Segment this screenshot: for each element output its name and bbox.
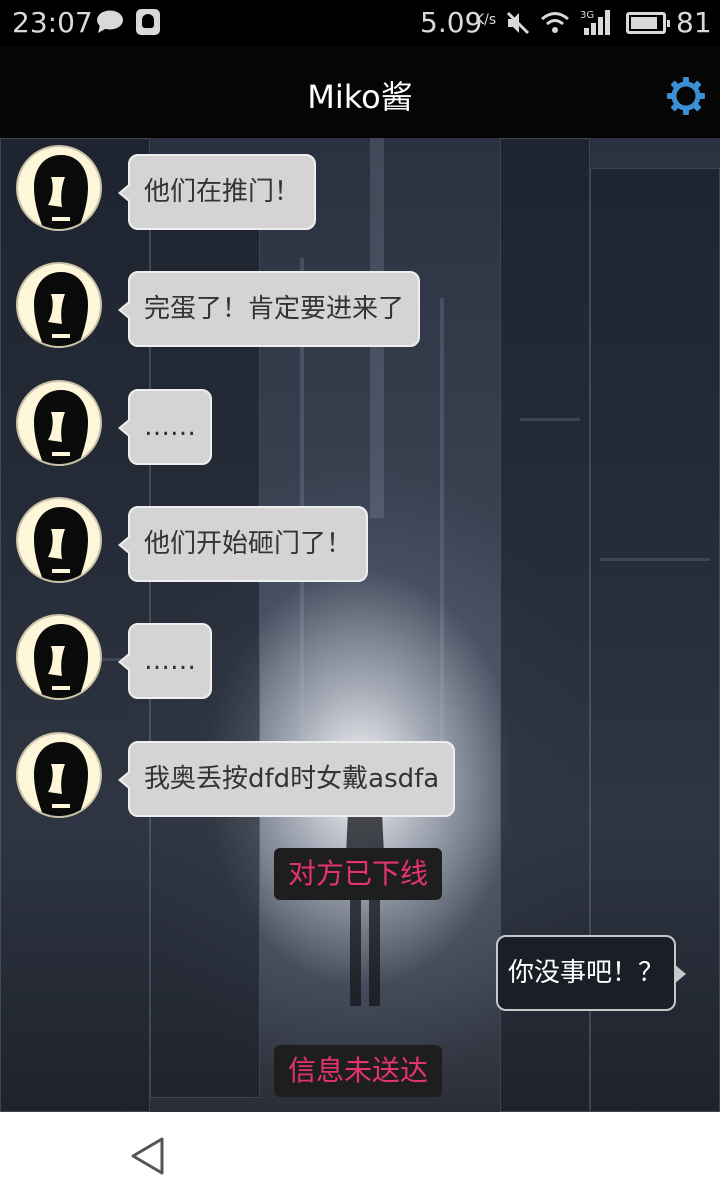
status-time: 23:07 [12, 6, 93, 39]
incoming-message-bubble[interactable]: …… [118, 623, 212, 699]
incoming-message-bubble[interactable]: 他们开始砸门了！ [117, 506, 369, 582]
battery-icon [626, 12, 670, 34]
avatar[interactable] [16, 497, 102, 583]
status-bar: 23:07 5.09 K/s 3G 81 [0, 0, 720, 46]
message-row: 我奥丢按dfd时女戴asdfa [16, 732, 716, 822]
incoming-message-bubble[interactable]: 他们在推门！ [117, 154, 317, 230]
message-row: 完蛋了！肯定要进来了 [16, 262, 716, 352]
chat-notification-icon [97, 10, 123, 33]
wifi-icon [541, 12, 569, 33]
network-speed-unit: K/s [475, 12, 497, 28]
message-row: …… [16, 380, 716, 470]
avatar[interactable] [16, 732, 102, 818]
navigation-bar [0, 1112, 720, 1200]
battery-level: 81 [676, 6, 712, 39]
system-notice-offline: 对方已下线 [274, 848, 443, 900]
message-row: 他们开始砸门了！ [16, 497, 716, 587]
system-notice-undelivered: 信息未送达 [274, 1045, 443, 1097]
incoming-message-bubble[interactable]: 完蛋了！肯定要进来了 [117, 271, 421, 347]
message-row: …… [16, 614, 716, 704]
qq-icon [136, 9, 160, 35]
avatar[interactable] [16, 262, 102, 348]
app-bar: Miko酱 [0, 46, 720, 138]
chat-title: Miko酱 [307, 78, 413, 116]
avatar[interactable] [16, 380, 102, 466]
outgoing-message-bubble[interactable]: 你没事吧！？ [496, 935, 687, 1011]
incoming-message-bubble[interactable]: …… [118, 389, 212, 465]
network-speed: 5.09 [420, 6, 483, 39]
mute-icon [506, 11, 530, 35]
back-triangle-icon[interactable] [128, 1136, 168, 1176]
incoming-message-bubble[interactable]: 我奥丢按dfd时女戴asdfa [117, 741, 456, 817]
avatar[interactable] [16, 614, 102, 700]
avatar[interactable] [16, 145, 102, 231]
gear-icon[interactable] [666, 76, 706, 116]
signal-icon: 3G [580, 10, 610, 35]
svg-text:3G: 3G [580, 10, 594, 21]
message-row: 他们在推门！ [16, 145, 716, 235]
